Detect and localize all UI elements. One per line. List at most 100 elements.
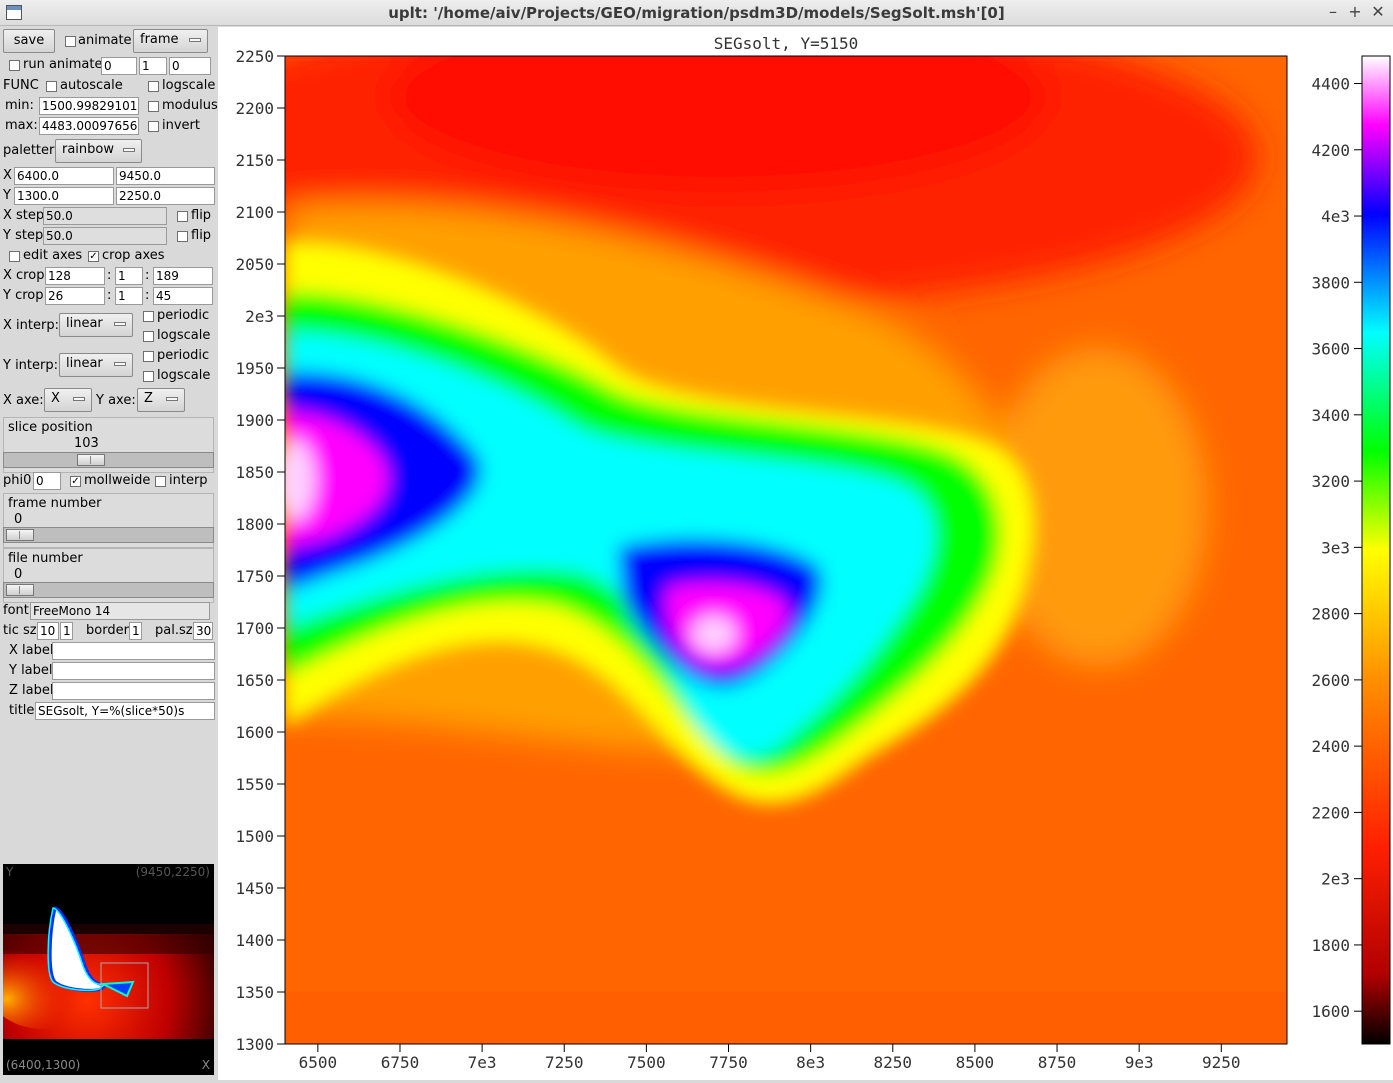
font-input[interactable]: FreeMono 14 (30, 602, 210, 620)
invert-checkbox[interactable] (148, 121, 159, 132)
min-label: min: (5, 98, 34, 113)
y-min-input[interactable]: 1300.0 (14, 187, 114, 205)
y-flip-checkbox[interactable] (177, 231, 188, 242)
frame-number-handle[interactable] (6, 529, 34, 541)
crop-axes-checkbox[interactable]: ✓ (88, 251, 99, 262)
x-range-label: X (3, 168, 12, 183)
y-label-input[interactable] (52, 662, 215, 680)
dropdown-indicator-icon (123, 148, 135, 152)
y-max-input[interactable]: 2250.0 (116, 187, 215, 205)
overview-minimap[interactable]: Y (9450,2250) (6400,1300) X (3, 864, 214, 1075)
x-periodic-checkbox[interactable] (143, 311, 154, 322)
run-animate-checkbox[interactable] (9, 60, 20, 71)
maximize-icon[interactable]: + (1346, 2, 1364, 21)
y-axis: 2250 2200 2150 2100 2050 2e3 1950 1900 1850 1800 1… (235, 47, 285, 1054)
animate-label: animate (78, 33, 132, 48)
run-step-input[interactable]: 1 (139, 57, 167, 75)
x-flip-checkbox[interactable] (177, 211, 188, 222)
x-tick-label: 7e3 (468, 1053, 497, 1072)
y-crop-start-input[interactable]: 26 (45, 287, 105, 305)
animate-checkbox[interactable] (65, 36, 76, 47)
y-axe-dropdown[interactable]: Z (137, 388, 185, 412)
save-button[interactable]: save (3, 29, 55, 53)
file-number-handle[interactable] (6, 584, 34, 596)
run-to-input[interactable]: 0 (169, 57, 211, 75)
x-interp-label: X interp: (3, 318, 59, 333)
modulus-checkbox[interactable] (148, 101, 159, 112)
title-input[interactable]: SEGsolt, Y=%(slice*50)s (35, 702, 215, 720)
y-tick-label: 1800 (235, 515, 274, 534)
phi0-input[interactable]: 0 (33, 472, 61, 490)
y-tick-label: 1900 (235, 411, 274, 430)
y-crop-step-input[interactable]: 1 (115, 287, 143, 305)
dropdown-indicator-icon (73, 397, 85, 401)
slice-position-slider[interactable] (3, 452, 214, 468)
z-label-label: Z label (9, 683, 54, 698)
min-input[interactable]: 1500.99829101 (39, 97, 139, 115)
y-tick-label: 2e3 (245, 307, 274, 326)
modulus-label: modulus (162, 98, 218, 113)
y-interp-dropdown[interactable]: linear (59, 353, 133, 377)
tic-size-input[interactable]: 10 (37, 622, 59, 640)
colorbar-tick-label: 3400 (1311, 406, 1350, 425)
colorbar-tick-label: 4e3 (1321, 207, 1350, 226)
x-max-input[interactable]: 9450.0 (116, 167, 215, 185)
y-logscale-checkbox[interactable] (143, 371, 154, 382)
file-number-slider[interactable] (3, 582, 214, 598)
x-min-input[interactable]: 6400.0 (14, 167, 114, 185)
logscale-checkbox[interactable] (148, 81, 159, 92)
y-tick-label: 1500 (235, 827, 274, 846)
y-tick-label: 2150 (235, 151, 274, 170)
y-step-input[interactable]: 50.0 (43, 227, 167, 245)
tic-size-label: tic sz (3, 623, 37, 638)
palette-dropdown[interactable]: rainbow (55, 139, 142, 163)
x-interp-dropdown[interactable]: linear (59, 313, 133, 337)
x-crop-start-input[interactable]: 128 (45, 267, 105, 285)
interp-checkbox[interactable] (155, 476, 166, 487)
x-crop-label: X crop (3, 268, 45, 283)
x-axe-dropdown[interactable]: X (44, 388, 92, 412)
file-number-value: 0 (14, 567, 23, 582)
x-logscale-checkbox[interactable] (143, 331, 154, 342)
frame-number-slider[interactable] (3, 527, 214, 543)
palette-size-input[interactable]: 30 (193, 622, 213, 640)
x-step-input[interactable]: 50.0 (43, 207, 167, 225)
y-interp-value: linear (66, 356, 103, 371)
autoscale-checkbox[interactable] (46, 81, 57, 92)
autoscale-label: autoscale (60, 78, 123, 93)
x-crop-step-input[interactable]: 1 (115, 267, 143, 285)
x-tick-label: 6750 (381, 1053, 420, 1072)
colorbar-tick-label: 2e3 (1321, 870, 1350, 889)
y-axe-label: Y axe: (96, 393, 136, 408)
x-crop-end-input[interactable]: 189 (153, 267, 213, 285)
y-tick-label: 1850 (235, 463, 274, 482)
invert-label: invert (162, 118, 200, 133)
frame-mode-dropdown[interactable]: frame (133, 29, 208, 53)
heatmap-field (285, 56, 1287, 1044)
mollweide-checkbox[interactable]: ✓ (70, 476, 81, 487)
max-input[interactable]: 4483.00097656 (39, 117, 139, 135)
x-tick-label: 6500 (299, 1053, 338, 1072)
colorbar-tick-label: 2800 (1311, 605, 1350, 624)
slice-position-handle[interactable] (77, 454, 105, 466)
run-from-input[interactable]: 0 (101, 57, 137, 75)
colorbar-tick-label: 4400 (1311, 74, 1350, 93)
y-crop-end-input[interactable]: 45 (153, 287, 213, 305)
separator-label: : (107, 268, 112, 283)
x-label-label: X label (9, 643, 54, 658)
minimap-y-label: Y (6, 865, 14, 879)
y-periodic-checkbox[interactable] (143, 351, 154, 362)
y-axe-value: Z (144, 391, 153, 406)
z-label-input[interactable] (52, 682, 215, 700)
y-tick-label: 1450 (235, 879, 274, 898)
y-tick-label: 2100 (235, 203, 274, 222)
close-icon[interactable]: ✕ (1369, 2, 1387, 21)
tic-width-input[interactable]: 1 (60, 622, 73, 640)
y-interp-label: Y interp: (3, 358, 58, 373)
minimize-icon[interactable]: – (1324, 2, 1342, 21)
border-input[interactable]: 1 (129, 622, 142, 640)
plot-area[interactable]: SEGsolt, Y=5150 6500 6750 7e3 7250 7500 7750 8… (218, 27, 1393, 1080)
x-label-input[interactable] (52, 642, 215, 660)
separator-label: : (145, 268, 150, 283)
edit-axes-checkbox[interactable] (9, 251, 20, 262)
